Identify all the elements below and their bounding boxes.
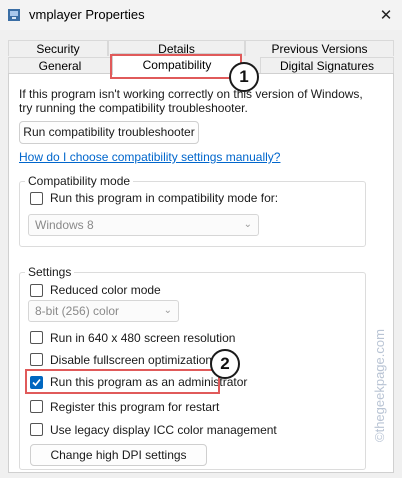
compatibility-mode-checkbox[interactable] (30, 192, 43, 205)
watermark: ©thegeekpage.com (372, 329, 387, 442)
disable-fullscreen-opt-checkbox[interactable] (30, 353, 43, 366)
legacy-icc-checkbox[interactable] (30, 423, 43, 436)
intro-text-line2: try running the compatibility troublesho… (19, 101, 248, 115)
register-restart-checkbox[interactable] (30, 400, 43, 413)
resolution-640-checkbox[interactable] (30, 331, 43, 344)
intro-text-line1: If this program isn't working correctly … (19, 87, 363, 101)
register-restart-label: Register this program for restart (50, 400, 220, 414)
compatibility-mode-label: Run this program in compatibility mode f… (50, 191, 279, 205)
close-icon: ✕ (379, 7, 393, 24)
help-link[interactable]: How do I choose compatibility settings m… (19, 150, 280, 164)
os-version-dropdown[interactable]: Windows 8 ⌄ (28, 214, 259, 236)
reduced-color-checkbox[interactable] (30, 284, 43, 297)
reduced-color-label: Reduced color mode (50, 283, 161, 297)
app-icon (8, 9, 20, 21)
tab-security[interactable]: Security (8, 40, 108, 56)
tab-previous-versions[interactable]: Previous Versions (245, 40, 394, 56)
color-depth-value: 8-bit (256) color (35, 304, 120, 318)
color-depth-dropdown[interactable]: 8-bit (256) color ⌄ (28, 300, 179, 322)
run-troubleshooter-button[interactable]: Run compatibility troubleshooter (19, 121, 199, 144)
change-dpi-button[interactable]: Change high DPI settings (30, 444, 207, 466)
annotation-badge-1: 1 (229, 62, 259, 92)
compatibility-mode-legend: Compatibility mode (25, 174, 134, 188)
title-bar: vmplayer Properties ✕ (0, 0, 402, 30)
os-version-value: Windows 8 (35, 218, 94, 232)
chevron-down-icon: ⌄ (163, 305, 172, 316)
tab-general[interactable]: General (8, 57, 112, 73)
window-title: vmplayer Properties (29, 7, 145, 22)
settings-legend: Settings (25, 265, 75, 279)
tab-digital-signatures[interactable]: Digital Signatures (260, 57, 394, 73)
highlight-run-as-admin (25, 369, 220, 394)
highlight-compatibility-tab (110, 54, 242, 79)
close-button[interactable]: ✕ (370, 0, 402, 30)
annotation-badge-2: 2 (210, 349, 240, 379)
legacy-icc-label: Use legacy display ICC color management (50, 423, 277, 437)
resolution-640-label: Run in 640 x 480 screen resolution (50, 331, 236, 345)
disable-fullscreen-opt-label: Disable fullscreen optimizations (50, 353, 219, 367)
chevron-down-icon: ⌄ (243, 219, 252, 230)
